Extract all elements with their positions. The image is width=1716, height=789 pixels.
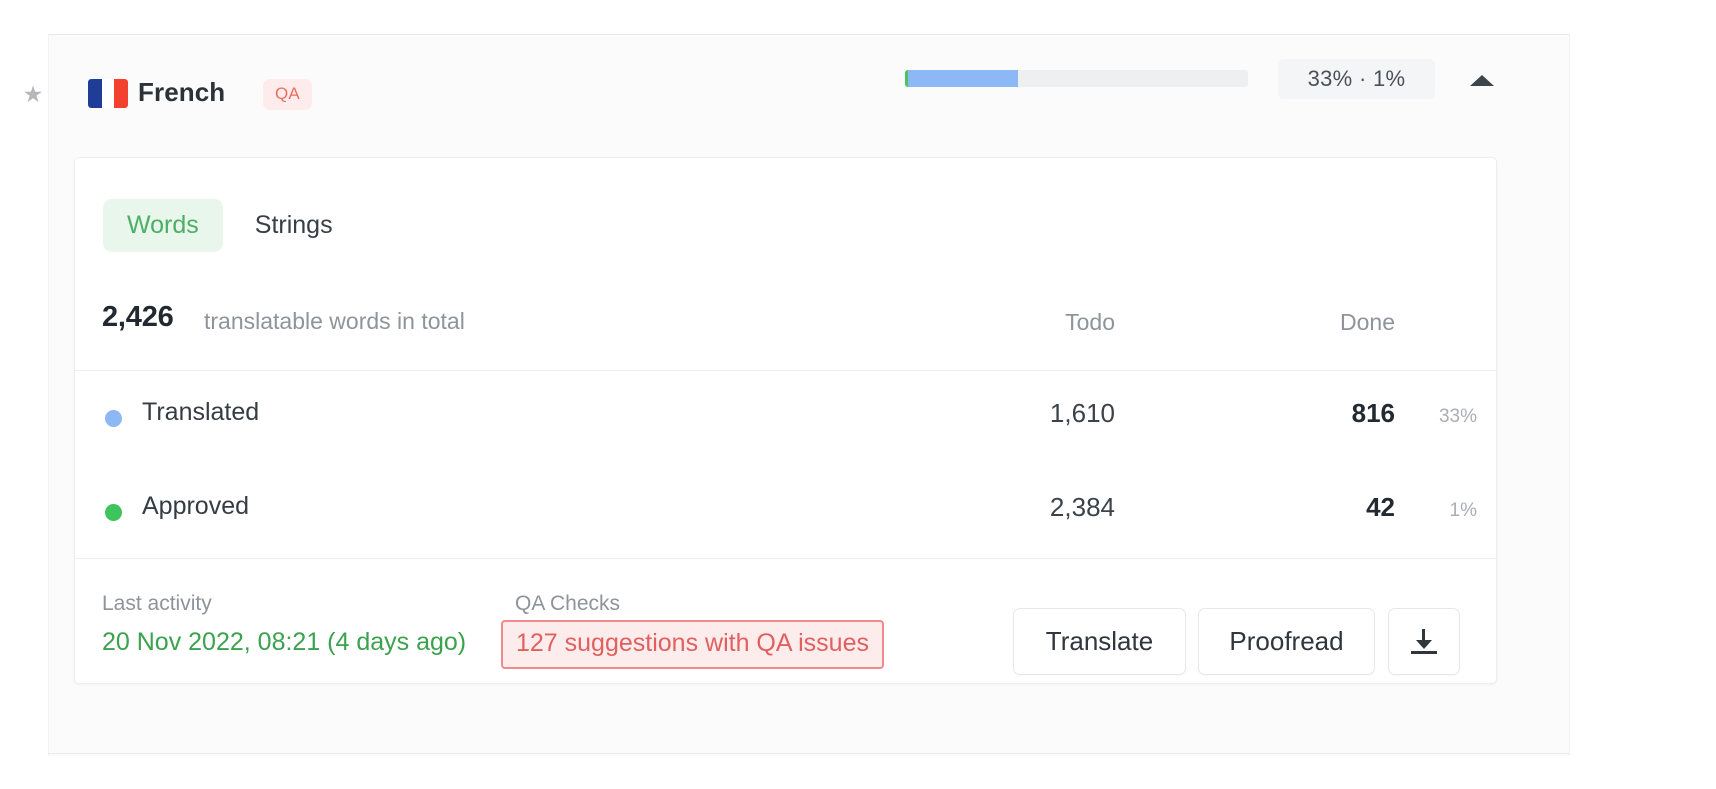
row-label-approved: Approved [142, 492, 250, 520]
qa-status-badge[interactable]: QA [263, 79, 312, 110]
tab-words[interactable]: Words [103, 199, 223, 252]
proofread-button[interactable]: Proofread [1198, 608, 1375, 675]
cell-percent-approved: 1% [1449, 500, 1477, 521]
cell-done-approved: 42 [1366, 492, 1395, 522]
language-name: French [138, 77, 226, 107]
progress-percent-badge[interactable]: 33% · 1% [1278, 59, 1435, 99]
cell-todo-approved: 2,384 [1049, 492, 1115, 522]
status-dot-approved [105, 504, 122, 521]
page-root: ★ French QA 33% · 1% Words Strings 2,426 [0, 0, 1716, 789]
language-panel: ★ French QA 33% · 1% Words Strings 2,426 [23, 34, 1571, 756]
last-activity-label: Last activity [102, 592, 212, 615]
french-flag-icon [88, 79, 128, 108]
cell-todo-translated: 1,610 [1049, 398, 1115, 428]
totals-row: 2,426 translatable words in total Todo D… [75, 289, 1498, 367]
download-button[interactable] [1388, 608, 1460, 675]
table-row[interactable]: Approved 2,384 42 1% [75, 464, 1498, 558]
panel-bottom-divider [48, 753, 1570, 754]
translation-progress-bar [905, 70, 1248, 87]
column-header-done: Done [1340, 309, 1395, 335]
total-words-count: 2,426 [102, 301, 174, 333]
statistics-card: Words Strings 2,426 translatable words i… [74, 157, 1498, 685]
card-footer: Last activity 20 Nov 2022, 08:21 (4 days… [75, 559, 1498, 685]
tab-strings[interactable]: Strings [231, 199, 357, 252]
unit-tabs: Words Strings [103, 199, 357, 252]
qa-checks-label: QA Checks [515, 592, 621, 615]
qa-issues-alert[interactable]: 127 suggestions with QA issues [501, 620, 884, 669]
status-dot-translated [105, 410, 122, 427]
translate-button[interactable]: Translate [1013, 608, 1186, 675]
last-activity-value: 20 Nov 2022, 08:21 (4 days ago) [102, 628, 467, 656]
language-header-row[interactable]: ★ French QA 33% · 1% [23, 35, 1571, 145]
cell-done-translated: 816 [1351, 398, 1395, 428]
download-icon [1411, 628, 1437, 655]
column-header-todo: Todo [1065, 309, 1115, 335]
chevron-up-icon[interactable] [1463, 63, 1501, 97]
progress-segment-translated [908, 70, 1019, 87]
cell-percent-translated: 33% [1438, 406, 1477, 427]
total-words-label: translatable words in total [204, 308, 465, 334]
row-label-translated: Translated [142, 398, 260, 426]
table-row[interactable]: Translated 1,610 816 33% [75, 370, 1498, 464]
star-icon[interactable]: ★ [20, 81, 46, 107]
